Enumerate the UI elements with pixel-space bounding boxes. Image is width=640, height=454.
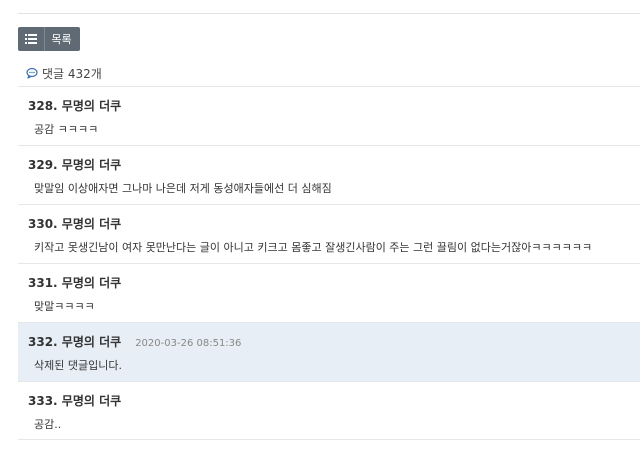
comment-text: 공감.. [34, 418, 62, 431]
comment-author[interactable]: 무명의 더쿠 [62, 215, 121, 232]
comment-item: 333. 무명의 더쿠 공감.. [18, 381, 640, 440]
comment-author[interactable]: 무명의 더쿠 [62, 274, 121, 291]
comment-number: 330. [28, 217, 58, 231]
comment-item-highlighted: 332. 무명의 더쿠 2020-03-26 08:51:36 삭제된 댓글입니… [18, 322, 640, 381]
comment-header: 328. 무명의 더쿠 [28, 97, 121, 114]
comment-text: 공감 ㅋㅋㅋㅋ [34, 123, 99, 136]
list-button-label: 목록 [51, 33, 72, 46]
comment-count: 댓글 432개 [26, 65, 102, 81]
comment-header: 332. 무명의 더쿠 2020-03-26 08:51:36 [28, 333, 241, 350]
comment-text: 맞말임 이상애자면 그나마 나은데 저게 동성애자들에선 더 심해짐 [34, 182, 332, 195]
comment-author[interactable]: 무명의 더쿠 [62, 392, 121, 409]
list-icon [18, 27, 45, 51]
comment-number: 333. [28, 394, 58, 408]
comment-author[interactable]: 무명의 더쿠 [62, 333, 121, 350]
comment-text: 맞말ㅋㅋㅋㅋ [34, 300, 95, 313]
list-button[interactable]: 목록 [18, 27, 80, 51]
comment-text: 삭제된 댓글입니다. [34, 359, 122, 372]
comment-item: 329. 무명의 더쿠 맞말임 이상애자면 그나마 나은데 저게 동성애자들에선… [18, 145, 640, 204]
comments-page: 목록 댓글 432개 328. 무명의 더쿠 공감 ㅋㅋㅋㅋ 329. 무명의 … [0, 0, 640, 454]
comment-header: 330. 무명의 더쿠 [28, 215, 121, 232]
comment-list: 328. 무명의 더쿠 공감 ㅋㅋㅋㅋ 329. 무명의 더쿠 맞말임 이상애자… [18, 86, 640, 440]
speech-bubble-icon [26, 67, 38, 79]
comment-item: 328. 무명의 더쿠 공감 ㅋㅋㅋㅋ [18, 86, 640, 145]
comment-item: 330. 무명의 더쿠 키작고 못생긴남이 여자 못만난다는 글이 아니고 키크… [18, 204, 640, 263]
comment-item: 331. 무명의 더쿠 맞말ㅋㅋㅋㅋ [18, 263, 640, 322]
comment-number: 332. [28, 335, 58, 349]
comment-number: 329. [28, 158, 58, 172]
comment-header: 333. 무명의 더쿠 [28, 392, 121, 409]
comment-header: 329. 무명의 더쿠 [28, 156, 121, 173]
comment-text: 키작고 못생긴남이 여자 못만난다는 글이 아니고 키크고 몸좋고 잘생긴사람이… [34, 241, 593, 254]
comment-author[interactable]: 무명의 더쿠 [62, 156, 121, 173]
comment-author[interactable]: 무명의 더쿠 [62, 97, 121, 114]
comment-timestamp: 2020-03-26 08:51:36 [135, 338, 242, 349]
comment-count-label: 댓글 432개 [42, 66, 102, 81]
comment-header: 331. 무명의 더쿠 [28, 274, 121, 291]
top-divider [18, 13, 640, 14]
comment-number: 331. [28, 276, 58, 290]
comment-number: 328. [28, 99, 58, 113]
